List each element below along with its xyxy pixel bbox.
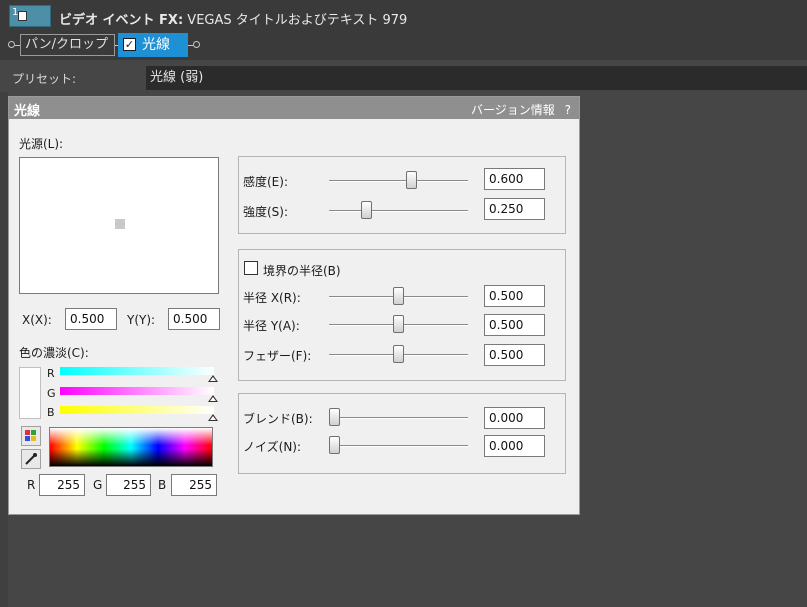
noise-input[interactable]: 0.000 xyxy=(484,435,545,457)
rgb-g-label: G xyxy=(93,478,103,492)
channel-r-marker-icon[interactable] xyxy=(208,375,218,382)
rgb-r-label: R xyxy=(27,478,36,492)
color-preview-swatch[interactable] xyxy=(19,367,41,419)
radius-x-label: 半径 X(R): xyxy=(243,291,301,305)
border-radius-label: 境界の半径(B) xyxy=(263,264,341,278)
channel-r-slider[interactable] xyxy=(60,367,214,375)
sensitivity-slider-thumb[interactable] xyxy=(405,171,417,189)
channel-b-label: B xyxy=(47,406,55,419)
light-x-label: X(X): xyxy=(22,313,52,327)
light-position-handle[interactable] xyxy=(115,219,125,229)
feather-input[interactable]: 0.500 xyxy=(484,344,545,366)
noise-slider-thumb[interactable] xyxy=(329,436,340,454)
help-icon[interactable]: ? xyxy=(565,103,571,117)
sensitivity-track[interactable] xyxy=(329,180,468,182)
fx-glyph-icon xyxy=(18,11,27,21)
channel-r-label: R xyxy=(47,367,55,380)
radius-y-slider-thumb[interactable] xyxy=(393,315,404,333)
color-spectrum-picker[interactable] xyxy=(49,427,213,467)
strength-input[interactable]: 0.250 xyxy=(484,198,545,220)
rgb-g-input[interactable]: 255 xyxy=(106,474,151,496)
channel-b-slider[interactable] xyxy=(60,406,214,414)
title-name: VEGAS タイトルおよびテキスト 979 xyxy=(187,13,408,28)
blend-slider-thumb[interactable] xyxy=(329,408,340,426)
border-radius-checkbox[interactable] xyxy=(244,261,258,275)
light-source-label: 光源(L): xyxy=(19,137,64,151)
rgb-r-input[interactable]: 255 xyxy=(39,474,85,496)
sensitivity-input[interactable]: 0.600 xyxy=(484,168,545,190)
blend-track[interactable] xyxy=(329,417,468,419)
window-title: ビデオ イベント FX: VEGAS タイトルおよびテキスト 979 xyxy=(59,9,407,28)
light-y-input[interactable]: 0.500 xyxy=(168,308,220,330)
color-palette-button[interactable] xyxy=(21,426,41,446)
strength-label: 強度(S): xyxy=(243,205,289,219)
effect-dialog: 光線 バージョン情報 ? 光源(L): X(X): 0.500 Y(Y): 0.… xyxy=(8,96,580,515)
noise-label: ノイズ(N): xyxy=(243,440,302,454)
light-y-label: Y(Y): xyxy=(127,313,156,327)
side-strip xyxy=(0,92,8,607)
channel-g-marker-icon[interactable] xyxy=(208,395,218,402)
palette-icon xyxy=(25,430,36,441)
noise-track[interactable] xyxy=(329,445,468,447)
blend-group xyxy=(238,393,566,474)
chain-end-node xyxy=(193,41,200,48)
sensitivity-label: 感度(E): xyxy=(243,175,288,189)
radius-y-label: 半径 Y(A): xyxy=(243,319,300,333)
feather-slider-thumb[interactable] xyxy=(393,345,404,363)
channel-g-slider[interactable] xyxy=(60,387,214,395)
chain-start-node xyxy=(8,41,15,48)
light-x-input[interactable]: 0.500 xyxy=(65,308,117,330)
rgb-b-label: B xyxy=(158,478,167,492)
blend-label: ブレンド(B): xyxy=(243,412,313,426)
eyedropper-icon xyxy=(25,453,37,465)
chain-pan-crop-button[interactable]: パン/クロップ xyxy=(20,34,115,56)
effect-enable-checkbox[interactable]: ✓ xyxy=(123,38,136,51)
radius-y-input[interactable]: 0.500 xyxy=(484,314,545,336)
preset-label: プリセット: xyxy=(12,72,77,86)
title-prefix: ビデオ イベント FX: xyxy=(59,13,184,28)
strength-slider-thumb[interactable] xyxy=(361,201,372,219)
feather-label: フェザー(F): xyxy=(243,349,312,363)
strength-track[interactable] xyxy=(329,210,468,212)
version-info-label: バージョン情報 xyxy=(471,103,555,117)
version-info-link[interactable]: バージョン情報 ? xyxy=(471,101,571,118)
rgb-b-input[interactable]: 255 xyxy=(171,474,217,496)
event-fx-icon[interactable]: 1 xyxy=(9,5,51,27)
channel-g-label: G xyxy=(47,387,56,400)
light-source-pad[interactable] xyxy=(19,157,219,294)
chain-effect-button[interactable]: ✓ 光線 xyxy=(118,33,188,57)
channel-b-marker-icon[interactable] xyxy=(208,414,218,421)
radius-x-input[interactable]: 0.500 xyxy=(484,285,545,307)
color-tint-label: 色の濃淡(C): xyxy=(19,346,89,360)
radius-x-slider-thumb[interactable] xyxy=(393,287,404,305)
blend-input[interactable]: 0.000 xyxy=(484,407,545,429)
preset-dropdown[interactable]: 光線 (弱) xyxy=(146,66,807,90)
eyedropper-button[interactable] xyxy=(21,449,41,469)
dialog-title: 光線 xyxy=(14,104,41,119)
chain-effect-label: 光線 xyxy=(142,37,170,53)
